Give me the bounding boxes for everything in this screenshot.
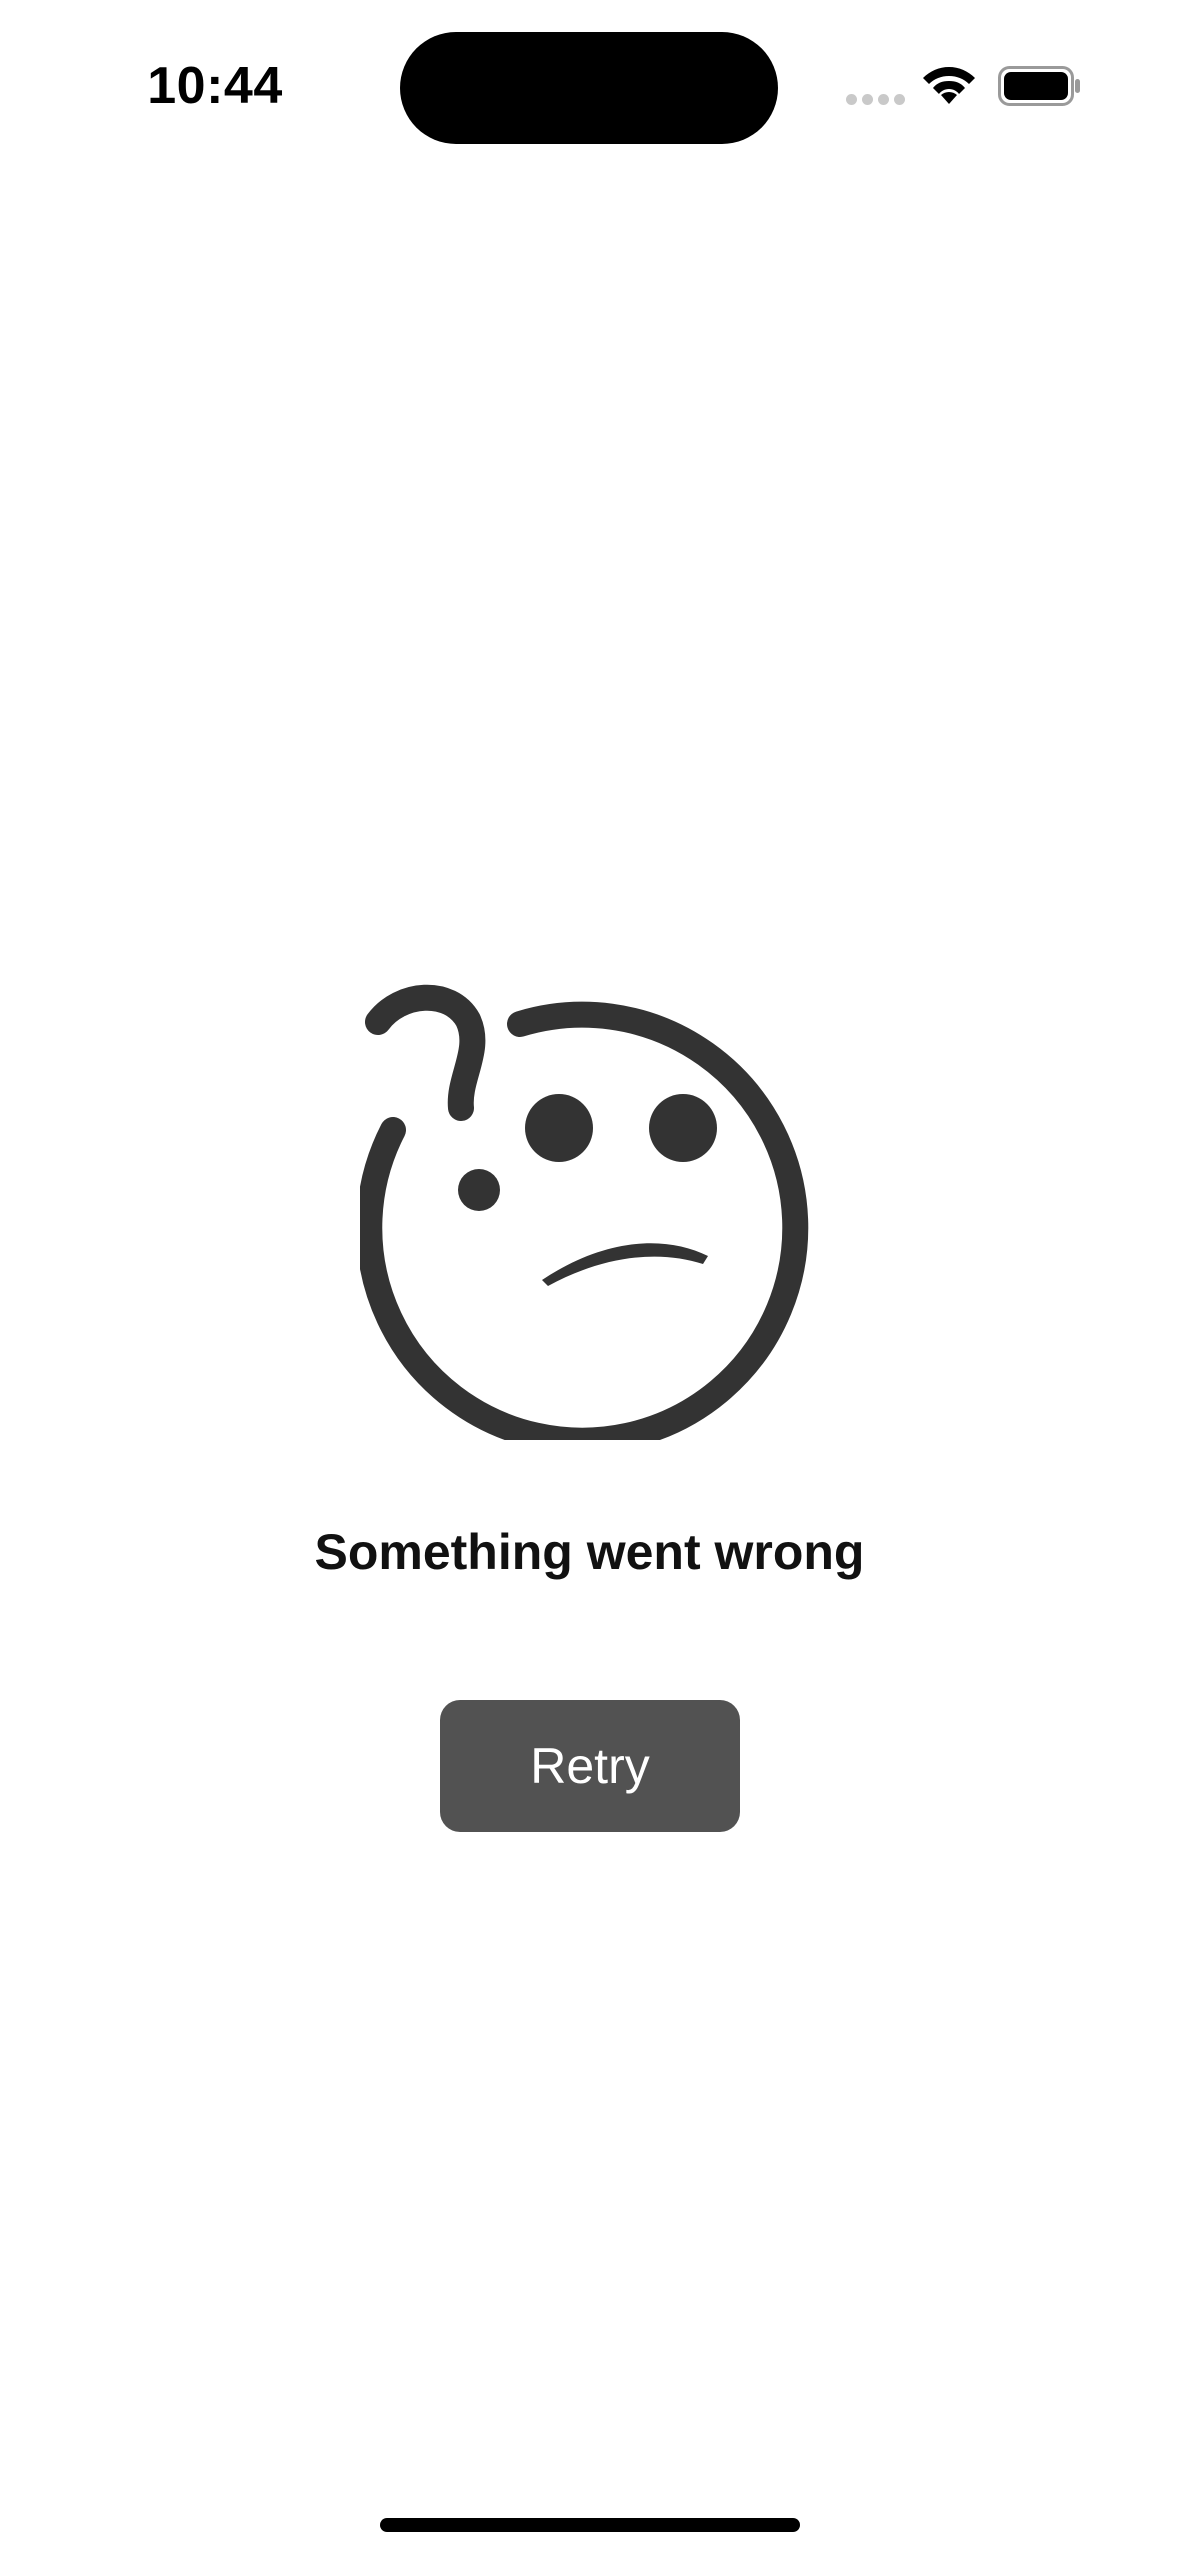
home-indicator[interactable] bbox=[380, 2518, 800, 2532]
error-title: Something went wrong bbox=[314, 1524, 865, 1580]
confused-sad-face-icon bbox=[360, 984, 809, 1440]
wifi-icon bbox=[923, 67, 975, 104]
status-bar: 10:44 bbox=[0, 0, 1179, 150]
dynamic-island bbox=[400, 32, 778, 144]
retry-button[interactable]: Retry bbox=[440, 1700, 740, 1832]
status-time: 10:44 bbox=[147, 57, 283, 115]
battery-icon bbox=[998, 66, 1080, 106]
cellular-signal-icon bbox=[846, 94, 906, 108]
